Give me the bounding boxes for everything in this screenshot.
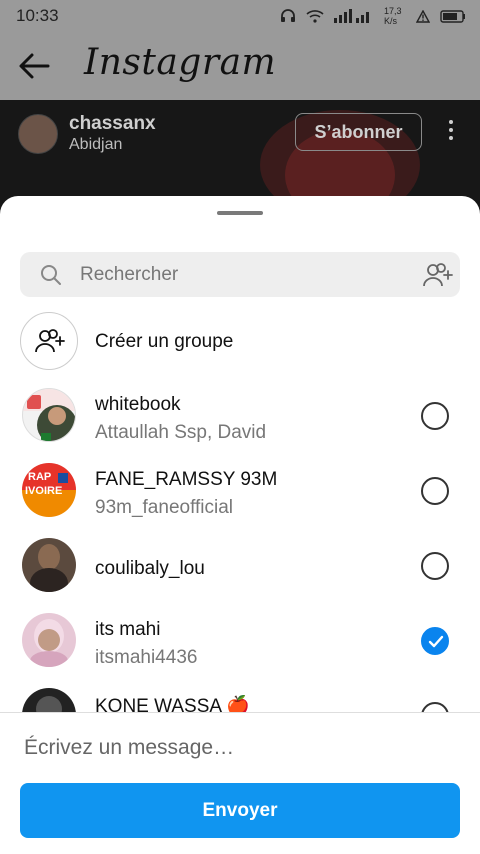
sheet-drag-handle[interactable] xyxy=(217,211,263,215)
send-button[interactable]: Envoyer xyxy=(20,783,460,838)
avatar xyxy=(22,388,76,442)
contact-name: its mahi xyxy=(95,619,161,640)
status-bar: 10:33 17,3 K/s xyxy=(0,0,480,32)
avatar xyxy=(22,688,76,712)
contact-subtitle: itsmahi4436 xyxy=(95,647,198,668)
contact-list: whitebook Attaullah Ssp, David RAP IVOIR… xyxy=(0,386,480,712)
alert-icon xyxy=(416,9,430,23)
app-bar: Instagram xyxy=(0,32,480,100)
list-item[interactable]: coulibaly_lou xyxy=(0,536,480,606)
contact-subtitle: Attaullah Ssp, David xyxy=(95,422,267,443)
headphones-icon xyxy=(281,9,295,22)
avatar-text-rap: RAP xyxy=(28,471,52,483)
author-avatar[interactable] xyxy=(18,114,58,154)
checkmark-icon xyxy=(428,635,444,648)
message-input[interactable]: Écrivez un message… xyxy=(24,736,234,760)
search-input[interactable]: Rechercher xyxy=(20,252,460,297)
status-time: 10:33 xyxy=(16,6,59,25)
select-radio[interactable] xyxy=(421,402,449,430)
contact-name: FANE_RAMSSY 93M xyxy=(95,469,278,490)
author-username[interactable]: chassanx xyxy=(69,113,156,135)
select-radio[interactable] xyxy=(421,552,449,580)
list-item[interactable]: RAP IVOIRE FANE_RAMSSY 93M 93m_faneoffic… xyxy=(0,461,480,531)
signal-icon xyxy=(334,9,369,23)
create-group-icon xyxy=(35,329,65,353)
list-item[interactable]: its mahi itsmahi4436 xyxy=(0,611,480,681)
contact-subtitle: 93m_faneofficial xyxy=(95,497,234,518)
list-item[interactable]: KONE WASSA 🍎 xyxy=(0,686,480,712)
more-options-icon[interactable] xyxy=(445,120,457,144)
add-people-icon[interactable] xyxy=(422,262,454,288)
avatar: RAP IVOIRE xyxy=(22,463,76,517)
search-icon xyxy=(41,265,61,285)
list-item[interactable]: whitebook Attaullah Ssp, David xyxy=(0,386,480,456)
select-radio[interactable] xyxy=(421,702,449,712)
select-radio[interactable] xyxy=(421,477,449,505)
contact-name: coulibaly_lou xyxy=(95,558,205,579)
contact-name: KONE WASSA 🍎 xyxy=(95,696,250,712)
back-arrow-icon[interactable] xyxy=(18,52,50,80)
create-group-button[interactable]: Créer un groupe xyxy=(20,312,460,374)
network-speed: 17,3 K/s xyxy=(384,6,402,26)
app-title: Instagram xyxy=(84,42,277,83)
status-icons: 17,3 K/s xyxy=(280,6,466,26)
contact-name: whitebook xyxy=(95,394,181,415)
group-icon-circle xyxy=(20,312,78,370)
create-group-label: Créer un groupe xyxy=(95,331,234,352)
subscribe-button[interactable]: S’abonner xyxy=(295,113,422,151)
battery-icon xyxy=(440,9,465,23)
select-radio-checked[interactable] xyxy=(421,627,449,655)
avatar xyxy=(22,538,76,592)
composer-divider xyxy=(0,712,480,713)
search-placeholder: Rechercher xyxy=(80,264,179,285)
avatar-text-ivoire: IVOIRE xyxy=(25,485,63,497)
author-location[interactable]: Abidjan xyxy=(69,136,122,154)
share-sheet: Rechercher Créer un groupe whitebook Att… xyxy=(0,196,480,854)
wifi-icon xyxy=(306,10,324,23)
avatar xyxy=(22,613,76,667)
